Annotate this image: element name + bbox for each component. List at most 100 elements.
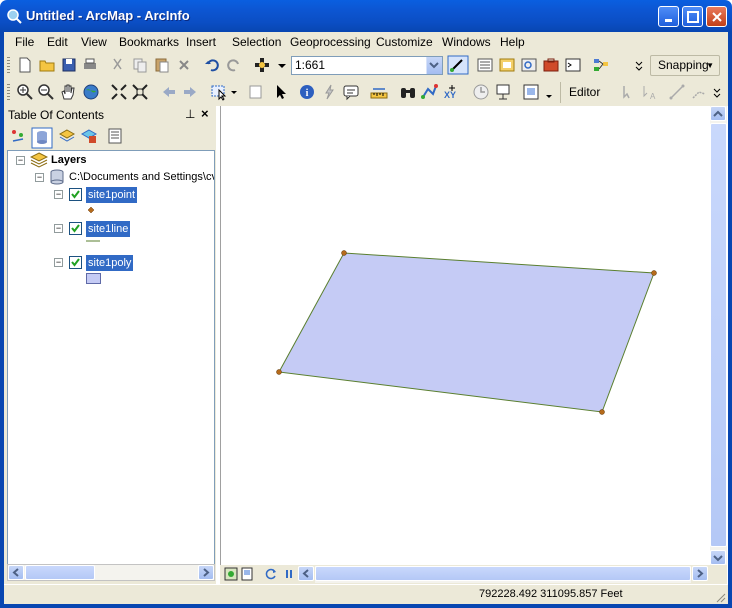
- find-binoculars-icon[interactable]: [399, 83, 417, 101]
- paste-icon[interactable]: [153, 56, 171, 74]
- arctoolbox-icon[interactable]: [542, 56, 560, 74]
- edit-annotation-icon[interactable]: A: [640, 83, 658, 101]
- snapping-menu-button[interactable]: Snapping ▼: [650, 55, 720, 76]
- edit-tool-icon[interactable]: [618, 83, 636, 101]
- trace-segment-icon[interactable]: [690, 83, 708, 101]
- editor-toolbar-icon[interactable]: [447, 55, 469, 75]
- site1point-feature[interactable]: [276, 369, 282, 375]
- chevron-down-icon[interactable]: [230, 83, 238, 101]
- clear-selection-icon[interactable]: [247, 83, 265, 101]
- collapse-layer-toggle[interactable]: −: [54, 224, 63, 233]
- scroll-thumb[interactable]: [25, 565, 95, 580]
- close-icon[interactable]: ×: [201, 106, 209, 121]
- resize-grip-icon[interactable]: [714, 591, 726, 603]
- time-slider-icon[interactable]: [472, 83, 490, 101]
- layout-view-icon[interactable]: [240, 567, 254, 581]
- layer-name-site1poly[interactable]: site1poly: [86, 255, 134, 271]
- toolbar-grip[interactable]: [7, 83, 10, 102]
- map-scale-combobox[interactable]: 1:661: [291, 56, 443, 75]
- list-by-visibility-icon[interactable]: [58, 127, 76, 145]
- layer-name-site1point[interactable]: site1point: [86, 187, 138, 203]
- open-folder-icon[interactable]: [38, 56, 56, 74]
- measure-icon[interactable]: [370, 83, 388, 101]
- copy-icon[interactable]: [131, 56, 149, 74]
- go-forward-icon[interactable]: [181, 83, 199, 101]
- hyperlink-icon[interactable]: [320, 83, 338, 101]
- menu-help[interactable]: Help: [500, 35, 525, 49]
- workspace-path-label[interactable]: C:\Documents and Settings\cv: [69, 171, 214, 183]
- menu-windows[interactable]: Windows: [442, 35, 491, 49]
- collapse-layer-toggle[interactable]: −: [54, 258, 63, 267]
- pin-icon[interactable]: ⊥: [185, 107, 195, 121]
- data-view-icon[interactable]: [224, 567, 238, 581]
- map-display[interactable]: [220, 106, 710, 565]
- site1poly-feature[interactable]: [279, 253, 654, 412]
- zoom-out-icon[interactable]: [37, 83, 55, 101]
- scroll-thumb[interactable]: [710, 123, 727, 547]
- scroll-left-button[interactable]: [8, 565, 24, 580]
- search-window-icon[interactable]: [520, 56, 538, 74]
- layer-visibility-checkbox[interactable]: [69, 256, 82, 269]
- print-icon[interactable]: [81, 56, 99, 74]
- site1point-feature[interactable]: [599, 409, 605, 415]
- menu-bookmarks[interactable]: Bookmarks: [119, 35, 179, 49]
- toolbar-overflow-icon[interactable]: [634, 56, 644, 74]
- fixed-zoom-in-icon[interactable]: [110, 83, 128, 101]
- map-canvas[interactable]: [221, 106, 711, 565]
- close-button[interactable]: [706, 6, 727, 27]
- toolbar-overflow-icon[interactable]: [712, 83, 722, 101]
- toc-horizontal-scrollbar[interactable]: [7, 564, 215, 581]
- html-popup-icon[interactable]: [342, 83, 360, 101]
- identify-icon[interactable]: i: [298, 83, 316, 101]
- go-back-icon[interactable]: [160, 83, 178, 101]
- create-viewer-window-icon[interactable]: [494, 83, 512, 101]
- menu-file[interactable]: File: [15, 35, 34, 49]
- layer-visibility-checkbox[interactable]: [69, 188, 82, 201]
- menu-insert[interactable]: Insert: [186, 35, 216, 49]
- scale-dropdown-button[interactable]: [426, 57, 442, 74]
- delete-icon[interactable]: [175, 56, 193, 74]
- redo-icon[interactable]: [225, 56, 243, 74]
- menu-selection[interactable]: Selection: [232, 35, 281, 49]
- toolbar-grip[interactable]: [7, 56, 10, 75]
- cut-icon[interactable]: [109, 56, 127, 74]
- full-extent-globe-icon[interactable]: [82, 83, 100, 101]
- scroll-up-button[interactable]: [710, 106, 726, 121]
- undo-icon[interactable]: [203, 56, 221, 74]
- pan-hand-icon[interactable]: [59, 83, 77, 101]
- maximize-button[interactable]: [682, 6, 703, 27]
- go-to-xy-icon[interactable]: XY: [443, 83, 461, 101]
- scroll-down-button[interactable]: [710, 550, 726, 565]
- collapse-workspace-toggle[interactable]: −: [35, 173, 44, 182]
- menu-view[interactable]: View: [81, 35, 107, 49]
- layout-view-icon[interactable]: [522, 83, 540, 101]
- new-document-icon[interactable]: [16, 56, 34, 74]
- layer-name-site1line[interactable]: site1line: [86, 221, 131, 237]
- list-by-drawing-order-icon[interactable]: [9, 127, 27, 145]
- python-window-icon[interactable]: [564, 56, 582, 74]
- map-vertical-scrollbar[interactable]: [710, 106, 727, 565]
- minimize-button[interactable]: [658, 6, 679, 27]
- scroll-right-button[interactable]: [198, 565, 214, 580]
- toolbar-overflow-icon[interactable]: [545, 83, 553, 101]
- straight-segment-icon[interactable]: [668, 83, 686, 101]
- collapse-layer-toggle[interactable]: −: [54, 190, 63, 199]
- pause-drawing-icon[interactable]: [282, 567, 296, 581]
- zoom-in-icon[interactable]: [16, 83, 34, 101]
- menu-edit[interactable]: Edit: [47, 35, 68, 49]
- select-features-icon[interactable]: [210, 83, 228, 101]
- scroll-left-button[interactable]: [298, 566, 314, 581]
- table-of-contents-icon[interactable]: [476, 56, 494, 74]
- select-elements-arrow-icon[interactable]: [272, 83, 290, 101]
- refresh-icon[interactable]: [264, 567, 278, 581]
- dataframe-label[interactable]: Layers: [51, 154, 86, 166]
- scroll-right-button[interactable]: [692, 566, 708, 581]
- site1point-feature[interactable]: [341, 250, 347, 256]
- find-route-icon[interactable]: [420, 83, 438, 101]
- menu-customize[interactable]: Customize: [376, 35, 433, 49]
- fixed-zoom-out-icon[interactable]: [131, 83, 149, 101]
- save-icon[interactable]: [60, 56, 78, 74]
- layer-visibility-checkbox[interactable]: [69, 222, 82, 235]
- toc-options-icon[interactable]: [106, 127, 124, 145]
- add-data-icon[interactable]: [253, 56, 271, 74]
